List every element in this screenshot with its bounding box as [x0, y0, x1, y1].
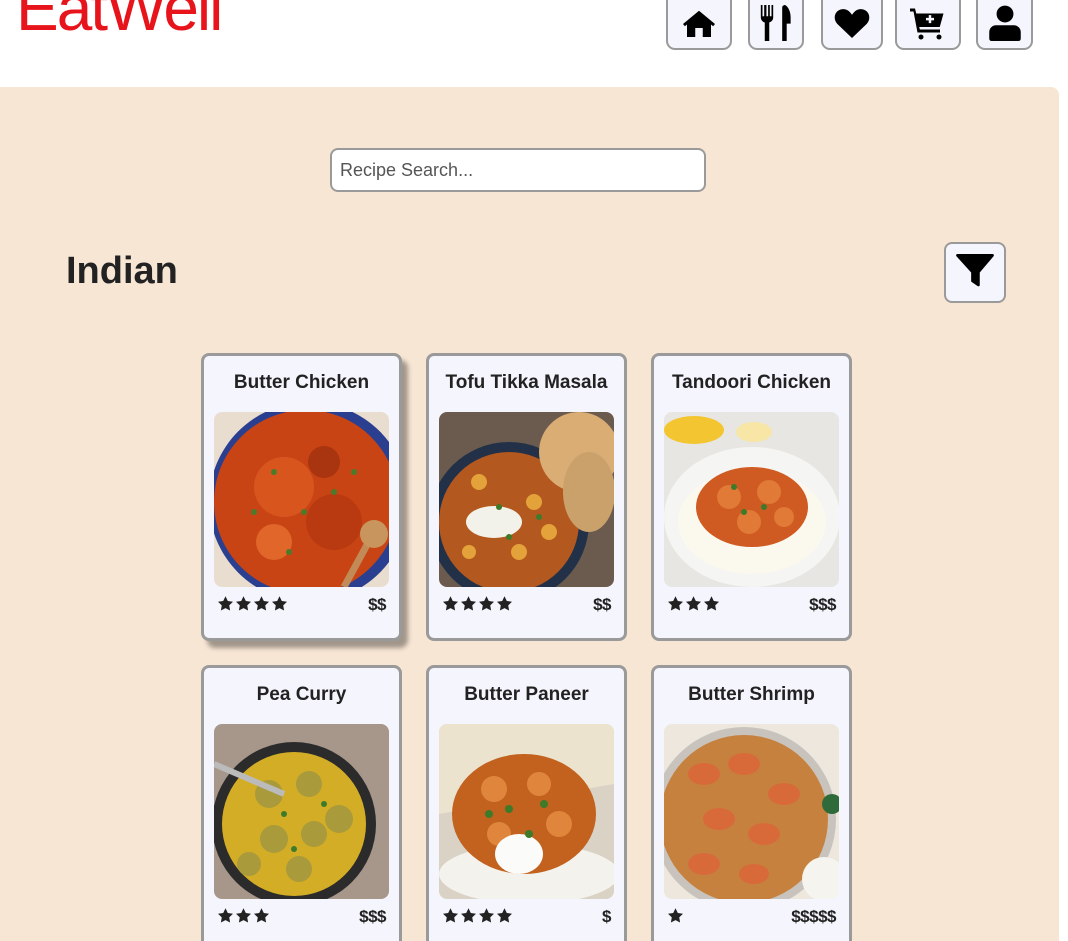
rating-stars — [442, 907, 513, 929]
star-icon — [253, 595, 270, 617]
star-icon — [460, 907, 477, 929]
recipe-card[interactable]: Tofu Tikka Masala $$ — [426, 353, 627, 641]
home-icon — [681, 0, 717, 46]
nav-profile-button[interactable] — [976, 0, 1033, 50]
recipe-card[interactable]: Pea Curry $$$ — [201, 665, 402, 941]
heart-icon — [834, 0, 870, 46]
nav-home-button[interactable] — [666, 0, 732, 50]
recipe-image — [439, 724, 614, 899]
star-icon — [496, 595, 513, 617]
star-icon — [460, 595, 477, 617]
star-icon — [685, 595, 702, 617]
recipe-card[interactable]: Tandoori Chicken $$$ — [651, 353, 852, 641]
star-icon — [667, 595, 684, 617]
star-icon — [271, 595, 288, 617]
rating-stars — [442, 595, 513, 617]
rating-stars — [667, 595, 720, 617]
recipe-card-title: Butter Paneer — [464, 684, 589, 705]
recipe-card-title: Tofu Tikka Masala — [445, 372, 608, 393]
recipe-card[interactable]: Butter Chicken $$ — [201, 353, 402, 641]
star-icon — [667, 907, 684, 929]
rating-stars — [217, 595, 288, 617]
recipe-card[interactable]: Butter Shrimp $$$$$ — [651, 665, 852, 941]
star-icon — [496, 907, 513, 929]
user-icon — [987, 0, 1023, 46]
main-panel: Indian Butter Chicken$$Tofu Tikka Masala… — [0, 87, 1059, 941]
recipe-image — [439, 412, 614, 587]
star-icon — [235, 907, 252, 929]
price-level: $$$ — [809, 595, 836, 614]
star-icon — [217, 907, 234, 929]
star-icon — [478, 595, 495, 617]
recipe-card-title: Pea Curry — [256, 684, 347, 705]
price-level: $$$$$ — [791, 907, 836, 926]
utensils-icon — [758, 0, 794, 46]
price-level: $$ — [593, 595, 611, 614]
star-icon — [217, 595, 234, 617]
recipe-card-title: Butter Shrimp — [688, 684, 815, 705]
star-icon — [253, 907, 270, 929]
recipe-image — [214, 412, 389, 587]
star-icon — [442, 907, 459, 929]
recipe-image — [664, 412, 839, 587]
recipe-image — [664, 724, 839, 899]
top-nav — [0, 0, 1068, 52]
cart-plus-icon — [910, 0, 946, 46]
price-level: $$$ — [359, 907, 386, 926]
nav-cart-button[interactable] — [895, 0, 961, 50]
rating-stars — [217, 907, 270, 929]
recipe-card-title: Butter Chicken — [233, 372, 370, 393]
rating-stars — [667, 907, 684, 929]
recipe-image — [214, 724, 389, 899]
recipe-card[interactable]: Butter Paneer $ — [426, 665, 627, 941]
star-icon — [235, 595, 252, 617]
recipe-grid: Butter Chicken $$ Tofu Tikka Masala $$ Tando… — [0, 87, 1059, 941]
star-icon — [442, 595, 459, 617]
price-level: $ — [602, 907, 611, 926]
star-icon — [703, 595, 720, 617]
price-level: $$ — [368, 595, 386, 614]
recipe-card-title: Tandoori Chicken — [671, 372, 832, 393]
star-icon — [478, 907, 495, 929]
nav-favorites-button[interactable] — [821, 0, 883, 50]
nav-recipes-button[interactable] — [748, 0, 804, 50]
